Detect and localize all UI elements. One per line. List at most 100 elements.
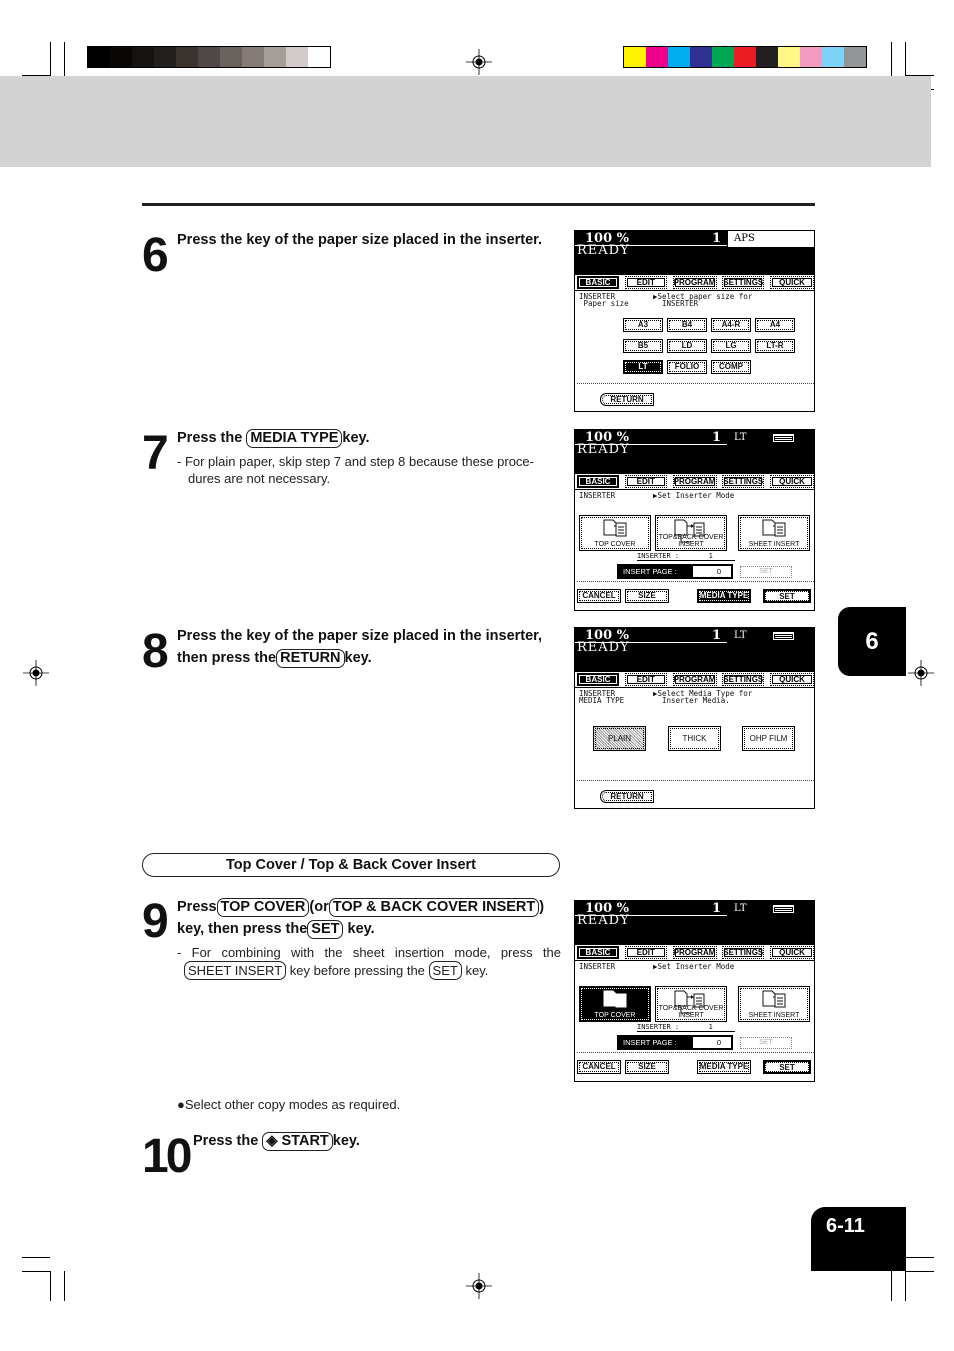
paper-indicator: APS: [727, 231, 814, 247]
mode-sheet-insert-button[interactable]: SHEET INSERT: [738, 515, 810, 551]
mode-sheet-insert-button[interactable]: SHEET INSERT: [738, 986, 810, 1022]
paper-size-lt-button[interactable]: LT: [623, 360, 663, 374]
tab-edit[interactable]: EDIT: [624, 475, 667, 488]
tab-edit[interactable]: EDIT: [624, 946, 667, 959]
tab-program[interactable]: PROGRAM: [672, 673, 717, 686]
paper-size-comp-button[interactable]: COMP: [711, 360, 751, 374]
paper-tray-icon: [773, 632, 794, 640]
step-title-text: then press the: [177, 650, 277, 666]
step-title: Press the ◈ START key.: [193, 1130, 360, 1152]
tab-basic[interactable]: BASIC: [577, 673, 619, 686]
paper-size-b5-button[interactable]: B5: [623, 339, 663, 353]
step-title-text: key.: [347, 921, 375, 937]
media-plain-button[interactable]: PLAIN: [593, 726, 646, 751]
tab-basic[interactable]: BASIC: [577, 946, 619, 959]
color-swatch: [778, 47, 800, 67]
step-title: Press the key of the paper size placed i…: [177, 232, 543, 248]
screen-section-label: INSERTER MEDIA TYPE: [579, 689, 625, 705]
cancel-button[interactable]: CANCEL: [577, 589, 621, 603]
color-swatch: [198, 47, 220, 67]
media-ohp-film-button[interactable]: OHP FILM: [742, 726, 795, 751]
media-type-button[interactable]: MEDIA TYPE: [697, 1060, 751, 1074]
set-page-button-disabled: SET: [740, 566, 792, 578]
color-swatch: [308, 47, 330, 67]
mode-top-cover-button[interactable]: TOP COVER: [579, 986, 651, 1022]
size-button[interactable]: SIZE: [625, 1060, 669, 1074]
paper-size-b4-button[interactable]: B4: [667, 318, 707, 332]
tab-basic[interactable]: BASIC: [577, 475, 619, 488]
page-number: 6-11: [811, 1207, 906, 1271]
paper-size-ld-button[interactable]: LD: [667, 339, 707, 353]
grayscale-swatch-bar: [87, 46, 331, 68]
tab-quick[interactable]: QUICK: [770, 475, 814, 488]
paper-size-lg-button[interactable]: LG: [711, 339, 751, 353]
inserter-count: INSERTER : 1: [637, 552, 735, 561]
tab-settings[interactable]: SETTINGS: [722, 946, 765, 959]
mode-top-back-cover-insert-button[interactable]: TOP&BACK COVER INSERT: [655, 986, 727, 1022]
media-type-key: MEDIA TYPE: [246, 429, 343, 448]
insert-page-value[interactable]: 0: [693, 1037, 731, 1048]
paper-tray-icon: [773, 905, 794, 913]
color-swatch: [624, 47, 646, 67]
chapter-thumb-tab: 6: [838, 607, 906, 676]
tab-quick[interactable]: QUICK: [770, 673, 814, 686]
media-type-button[interactable]: MEDIA TYPE: [697, 589, 751, 603]
return-button[interactable]: RETURN: [600, 790, 654, 803]
insert-page-value[interactable]: 0: [693, 566, 731, 577]
paper-size-folio-button[interactable]: FOLIO: [667, 360, 707, 374]
crop-mark: [906, 1257, 934, 1258]
dotted-divider: [577, 1052, 814, 1053]
tab-settings[interactable]: SETTINGS: [722, 276, 765, 289]
insert-page-field[interactable]: INSERT PAGE :0: [617, 564, 733, 579]
set-key: SET: [307, 920, 344, 939]
color-swatch: [712, 47, 734, 67]
divider: [575, 245, 727, 246]
crop-mark: [905, 42, 906, 76]
cancel-button[interactable]: CANCEL: [577, 1060, 621, 1074]
copy-count: 1: [712, 901, 722, 916]
media-thick-button[interactable]: THICK: [668, 726, 721, 751]
mode-label: TOP&BACK COVER INSERT: [658, 1005, 724, 1019]
mode-label: TOP COVER: [594, 541, 636, 548]
step-note-text: key.: [465, 963, 489, 978]
tab-quick[interactable]: QUICK: [770, 946, 814, 959]
tab-basic[interactable]: BASIC: [577, 276, 619, 289]
lcd-header: 100 % 1 READY LT: [575, 628, 814, 672]
mode-top-cover-button[interactable]: TOP COVER: [579, 515, 651, 551]
lcd-tab-bar: BASIC EDIT PROGRAM SETTINGS QUICK: [577, 946, 814, 960]
screen-section-label: INSERTER: [579, 491, 616, 500]
step-title: key, then press the SET key.: [177, 918, 375, 940]
step-number: 10: [142, 1130, 192, 1183]
start-diamond-icon: ◈: [266, 1133, 278, 1149]
paper-size-a4-r-button[interactable]: A4-R: [711, 318, 751, 332]
bullet-text: Select other copy modes as required.: [184, 1097, 401, 1112]
tab-settings[interactable]: SETTINGS: [722, 673, 765, 686]
tab-edit[interactable]: EDIT: [624, 673, 667, 686]
step-number: 9: [142, 895, 169, 948]
tab-quick[interactable]: QUICK: [770, 276, 814, 289]
tab-settings[interactable]: SETTINGS: [722, 475, 765, 488]
copy-count: 1: [712, 231, 722, 246]
mode-top-back-cover-insert-button[interactable]: TOP&BACK COVER INSERT: [655, 515, 727, 551]
paper-size-lt-r-button[interactable]: LT-R: [755, 339, 795, 353]
tab-program[interactable]: PROGRAM: [672, 475, 717, 488]
paper-size-a3-button[interactable]: A3: [623, 318, 663, 332]
color-swatch: [800, 47, 822, 67]
paper-indicator: LT: [727, 430, 814, 446]
tab-program[interactable]: PROGRAM: [672, 276, 717, 289]
set-button[interactable]: SET: [763, 1060, 811, 1074]
header-band: [0, 76, 931, 167]
insert-page-field[interactable]: INSERT PAGE :0: [617, 1035, 733, 1050]
paper-size-a4-button[interactable]: A4: [755, 318, 795, 332]
paper-size-label: LT: [734, 903, 747, 914]
tab-program[interactable]: PROGRAM: [672, 946, 717, 959]
tab-edit[interactable]: EDIT: [624, 276, 667, 289]
return-key: RETURN: [276, 649, 345, 668]
dotted-divider: [577, 383, 814, 384]
size-button[interactable]: SIZE: [625, 589, 669, 603]
top-cover-key: TOP COVER: [216, 898, 310, 917]
screen-section-label: INSERTER: [579, 962, 616, 971]
return-button[interactable]: RETURN: [600, 393, 654, 406]
set-button[interactable]: SET: [763, 589, 811, 603]
step-title-text: Press the: [193, 1133, 259, 1149]
